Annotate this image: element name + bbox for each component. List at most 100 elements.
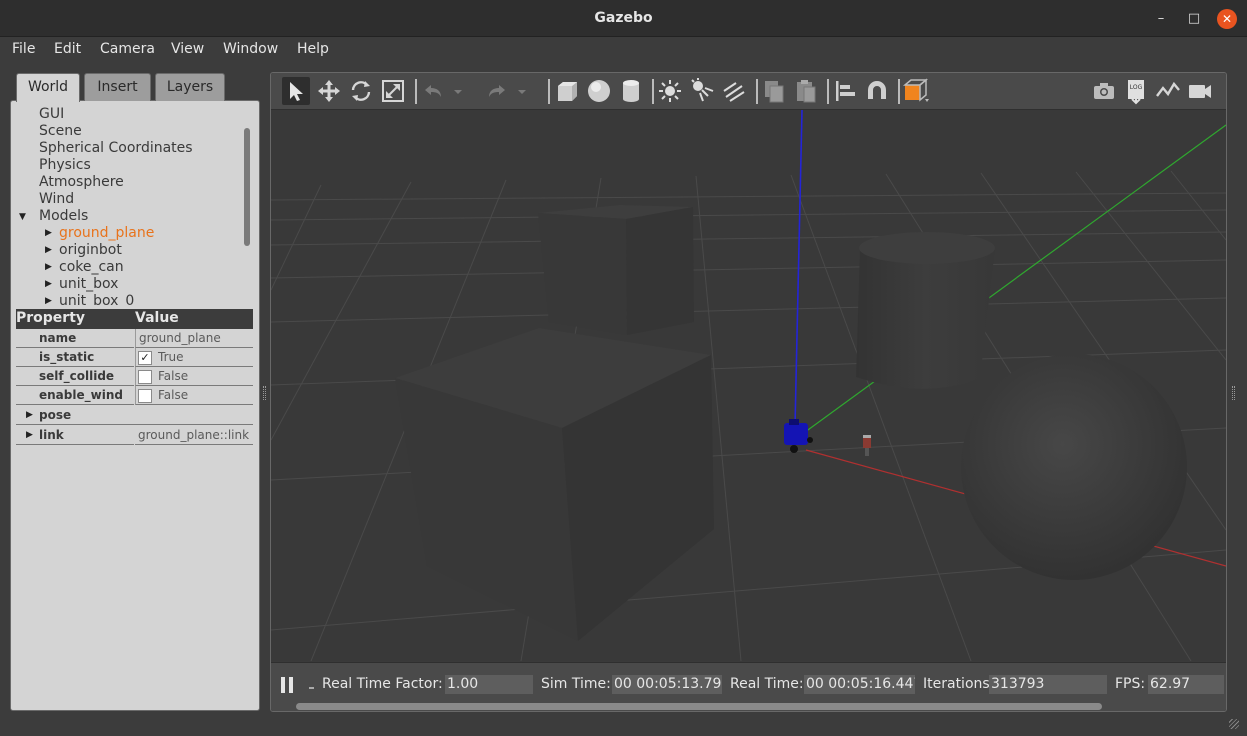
paste-icon[interactable] (792, 77, 820, 105)
menu-camera[interactable]: Camera (100, 41, 155, 57)
box-shape-icon[interactable] (553, 77, 581, 105)
rotate-icon[interactable] (347, 77, 375, 105)
toolbar-separator (652, 79, 654, 104)
toolbar-separator (548, 79, 550, 104)
log-icon-text: LOG (1130, 84, 1143, 91)
property-key: is_static (16, 348, 134, 367)
tree-item-scene[interactable]: Scene (39, 123, 82, 140)
menu-edit[interactable]: Edit (54, 41, 81, 57)
undo-icon[interactable] (419, 77, 447, 105)
expand-right-icon[interactable]: ▶ (26, 430, 33, 440)
tree-item-ground-plane[interactable]: ground_plane (59, 225, 154, 242)
toolbar-separator (756, 79, 758, 104)
spot-light-icon[interactable] (688, 77, 716, 105)
toolbar-separator (415, 79, 417, 104)
property-value-cell (135, 367, 253, 386)
3d-scene[interactable] (271, 109, 1226, 662)
tree-item-originbot[interactable]: originbot (59, 242, 122, 259)
directional-light-icon[interactable] (720, 77, 748, 105)
expand-right-icon[interactable]: ▶ (45, 262, 52, 272)
tree-item-physics[interactable]: Physics (39, 157, 91, 174)
gazebo-window: Gazebo – □ ✕ File Edit Camera View Windo… (0, 0, 1247, 736)
sphere-model[interactable] (961, 354, 1187, 580)
scene-canvas[interactable] (271, 109, 1226, 662)
sim-time-value: 00 00:05:13.793 (612, 675, 722, 694)
title-bar: Gazebo – □ ✕ (0, 0, 1247, 37)
tree-item-atmosphere[interactable]: Atmosphere (39, 174, 124, 191)
resize-grip-icon[interactable] (1229, 719, 1239, 729)
enable-wind-checkbox[interactable] (138, 389, 152, 403)
tab-layers[interactable]: Layers (155, 73, 225, 101)
scale-icon[interactable] (379, 77, 407, 105)
fps-value: 62.97 (1148, 675, 1224, 694)
undo-dropdown-icon[interactable] (451, 77, 465, 105)
is-static-checkbox[interactable]: ✓ (138, 351, 152, 365)
unit-box-model[interactable] (538, 205, 694, 335)
cylinder-model[interactable] (856, 232, 995, 389)
pause-icon-bar[interactable] (289, 677, 293, 693)
minimize-icon[interactable]: – (1151, 9, 1171, 29)
property-key: pose (39, 408, 72, 422)
close-icon[interactable]: ✕ (1217, 9, 1237, 29)
translate-icon[interactable] (315, 77, 343, 105)
tree-item-wind[interactable]: Wind (39, 191, 74, 208)
menu-window[interactable]: Window (223, 41, 278, 57)
expand-right-icon[interactable]: ▶ (45, 228, 52, 238)
snap-icon[interactable] (863, 77, 891, 105)
scene-toolbar: LOG (271, 73, 1226, 110)
expand-down-icon[interactable]: ▼ (19, 212, 26, 222)
menu-file[interactable]: File (12, 41, 35, 57)
left-splitter-handle[interactable] (263, 386, 266, 400)
redo-icon[interactable] (483, 77, 511, 105)
tree-item-unit-box-0[interactable]: unit_box_0 (59, 293, 134, 305)
tree-item-spherical-coordinates[interactable]: Spherical Coordinates (39, 140, 193, 157)
tab-world[interactable]: World (16, 73, 80, 102)
copy-icon[interactable] (760, 77, 788, 105)
menu-help[interactable]: Help (297, 41, 329, 57)
select-arrow-icon[interactable] (282, 77, 310, 105)
tree-item-models[interactable]: Models (39, 208, 88, 225)
checkbox-label: True (158, 350, 184, 364)
tree-item-gui[interactable]: GUI (39, 106, 64, 123)
pause-icon[interactable] (281, 677, 285, 693)
checkbox-label: False (158, 369, 189, 383)
checkbox-label: False (158, 388, 189, 402)
step-icon[interactable] (309, 687, 314, 689)
redo-dropdown-icon[interactable] (515, 77, 529, 105)
horizontal-scrollbar[interactable] (296, 703, 1102, 710)
property-row-self-collide: self_collide False (16, 367, 253, 386)
property-row-name: name ground_plane (16, 329, 253, 348)
align-icon[interactable] (831, 77, 859, 105)
expand-right-icon[interactable]: ▶ (45, 279, 52, 289)
expand-right-icon[interactable]: ▶ (45, 296, 52, 305)
point-light-icon[interactable] (656, 77, 684, 105)
render-view: LOG Real Time Factor: 1.00 Sim Time: 00 … (270, 72, 1227, 712)
expand-right-icon[interactable]: ▶ (26, 410, 33, 420)
rtf-value: 1.00 (445, 675, 533, 694)
tree-item-unit-box[interactable]: unit_box (59, 276, 118, 293)
menu-view[interactable]: View (171, 41, 204, 57)
property-key: self_collide (16, 367, 134, 386)
property-row-link[interactable]: link ▶ ground_plane::link (16, 426, 253, 445)
property-row-is-static: is_static ✓ True (16, 348, 253, 367)
property-key: name (16, 329, 134, 348)
property-header-key: Property (16, 310, 86, 326)
video-record-icon[interactable] (1186, 77, 1214, 105)
tab-insert[interactable]: Insert (84, 73, 151, 101)
self-collide-checkbox[interactable] (138, 370, 152, 384)
screenshot-icon[interactable] (1090, 77, 1118, 105)
plot-icon[interactable] (1154, 77, 1182, 105)
right-splitter-handle[interactable] (1232, 386, 1235, 400)
tree-scrollbar[interactable] (244, 128, 250, 246)
expand-right-icon[interactable]: ▶ (45, 245, 52, 255)
tree-item-coke-can[interactable]: coke_can (59, 259, 124, 276)
log-icon[interactable]: LOG (1122, 77, 1150, 105)
menu-bar: File Edit Camera View Window Help (0, 37, 1247, 64)
maximize-icon[interactable]: □ (1184, 9, 1204, 29)
toolbar-separator (827, 79, 829, 104)
view-angle-icon[interactable] (902, 77, 930, 105)
property-value[interactable]: ground_plane (135, 329, 253, 348)
property-row-pose[interactable]: ▶ pose (16, 406, 253, 425)
sphere-shape-icon[interactable] (585, 77, 613, 105)
cylinder-shape-icon[interactable] (617, 77, 645, 105)
